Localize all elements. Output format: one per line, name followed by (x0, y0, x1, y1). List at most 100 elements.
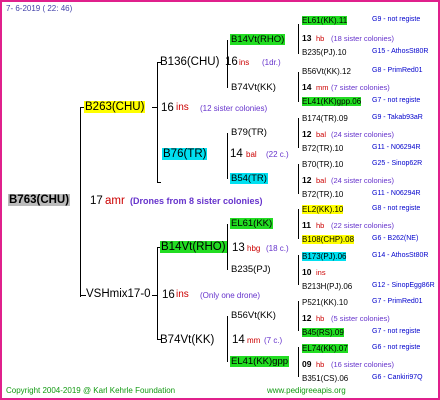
drone-code[interactable]: VSHmix17-0 (86, 288, 151, 300)
drone-ggm2-code[interactable]: B56Vt(KK) (231, 310, 276, 321)
right-row-count: 13 (302, 33, 312, 43)
right-row-sign: hb (316, 34, 325, 43)
right-row-code[interactable]: B56Vt(KK).12 (302, 67, 351, 76)
connector-gm2 (227, 224, 228, 270)
queen-note: (12 sister colonies) (200, 104, 268, 113)
queen-ggf1-code[interactable]: B74Vt(KK) (231, 82, 276, 93)
queen-sign: ins (176, 102, 189, 113)
right-row-tag[interactable]: G8 - PrimRed01 (372, 67, 423, 74)
right-row-tag[interactable]: G6 - B262(NE) (372, 235, 418, 242)
queen-code[interactable]: B263(CHU) (84, 101, 146, 113)
queen-gm-count: 16 (225, 56, 238, 68)
queen-ggf2-code[interactable]: B54(TR) (230, 173, 268, 184)
right-row-tag[interactable]: G7 - not registe (372, 328, 420, 335)
queen-gf-sign: bal (246, 150, 257, 159)
right-row-count: 14 (302, 82, 312, 92)
right-row-tag[interactable]: G14 - AthosSt80R (372, 252, 428, 259)
right-row-note: (24 sister colonies) (331, 130, 394, 139)
footer-url[interactable]: www.pedigreeapis.org (267, 386, 346, 395)
right-row-count: 12 (302, 175, 312, 185)
drone-sign: ins (176, 289, 189, 300)
drone-gf-count: 14 (232, 334, 245, 346)
connector-r1 (298, 24, 299, 54)
right-row-code[interactable]: B173(PJ).06 (302, 252, 347, 261)
queen-connector-bottom (157, 182, 161, 183)
right-row-tag[interactable]: G25 - Sinop62R (372, 160, 422, 167)
right-row-sign: mm (316, 83, 329, 92)
right-row-code[interactable]: EL74(KK).07 (302, 344, 348, 353)
connector-gf1 (227, 133, 228, 179)
right-row-count: 11 (302, 220, 311, 230)
right-row-note: (24 sister colonies) (331, 176, 394, 185)
queen-gm-code[interactable]: B136(CHU) (160, 56, 219, 68)
right-row-code[interactable]: B108(CHP).08 (302, 235, 355, 244)
right-row-code[interactable]: P521(KK).10 (302, 298, 348, 307)
right-row-sign: hb (316, 221, 325, 230)
right-row-sign: ins (316, 268, 326, 277)
right-row-tag[interactable]: G8 - not registe (372, 205, 420, 212)
right-row-code[interactable]: B351(CS).06 (302, 374, 348, 383)
right-row-note: (16 sister colonies) (331, 360, 394, 369)
right-row-tag[interactable]: G7 - not registe (372, 97, 420, 104)
right-row-tag[interactable]: G11 - N06294R (372, 144, 421, 151)
right-row-tag[interactable]: G11 - N06294R (372, 190, 421, 197)
queen-gm-note: (1dr.) (262, 58, 281, 67)
queen-connector (157, 62, 158, 182)
connector-r3 (298, 118, 299, 148)
root-note: (Drones from 8 sister colonies) (130, 196, 263, 206)
queen-gm-sign: ins (239, 58, 250, 67)
right-row-count: 12 (302, 313, 312, 323)
right-row-code[interactable]: B213H(PJ).06 (302, 282, 352, 291)
right-row-code[interactable]: EL41(KK)gpp.06 (302, 97, 362, 106)
right-row-tag[interactable]: G9 - not registe (372, 16, 420, 23)
right-row-tag[interactable]: G15 - AthosSt80R (372, 48, 428, 55)
drone-ggf1-code[interactable]: B235(PJ) (231, 264, 271, 275)
right-row-sign: hb (316, 360, 325, 369)
right-row-note: (22 sister colonies) (331, 221, 394, 230)
drone-connector (157, 247, 158, 340)
drone-ggm1-code[interactable]: EL61(KK) (230, 218, 274, 229)
root-code[interactable]: B763(CHU) (8, 194, 71, 206)
right-row-note: (18 sister colonies) (331, 34, 394, 43)
right-row-tag[interactable]: G6 - Cankiri97Q (372, 374, 423, 381)
right-row-count: 12 (302, 129, 312, 139)
root-connector (80, 107, 81, 297)
right-row-code[interactable]: B72(TR).10 (302, 190, 343, 199)
right-row-code[interactable]: B235(PJ).10 (302, 48, 346, 57)
drone-gm-count: 13 (232, 242, 245, 254)
connector-r4 (298, 164, 299, 194)
right-row-code[interactable]: B45(RS).09 (302, 328, 344, 337)
right-row-code[interactable]: EL61(KK).11 (302, 16, 348, 25)
right-row-tag[interactable]: G6 - not registe (372, 344, 420, 351)
drone-connector-mid (152, 295, 158, 296)
right-row-sign: bal (316, 176, 327, 185)
right-row-code[interactable]: B70(TR).10 (302, 160, 343, 169)
queen-count: 16 (161, 102, 174, 114)
right-row-count: 10 (302, 267, 312, 277)
right-row-code[interactable]: B72(TR).10 (302, 144, 343, 153)
right-row-sign: bal (316, 130, 327, 139)
right-row-tag[interactable]: G7 - PrimRed01 (372, 298, 423, 305)
right-row-note: (5 sister colonies) (331, 314, 390, 323)
drone-note: (Only one drone) (200, 291, 261, 300)
queen-ggm2-code[interactable]: B79(TR) (231, 127, 267, 138)
root-count: 17 (90, 195, 103, 207)
connector-r2 (298, 72, 299, 102)
queen-gf-code[interactable]: B76(TR) (162, 148, 208, 160)
right-row-count: 09 (302, 359, 312, 369)
drone-gf-code[interactable]: B74Vt(KK) (160, 334, 214, 346)
connector-gf2 (227, 316, 228, 362)
queen-ggm1-code[interactable]: B14Vt(RHO) (230, 34, 286, 45)
right-row-tag[interactable]: G9 - Takab93aR (372, 114, 423, 121)
connector-r5 (298, 209, 299, 239)
drone-gf-note: (7 c.) (264, 336, 283, 345)
drone-ggf2-code[interactable]: EL41(KK)gpp (230, 356, 290, 367)
drone-gf-sign: mm (247, 336, 261, 345)
drone-gm-code[interactable]: B14Vt(RHO) (160, 241, 227, 253)
drone-count: 16 (162, 289, 175, 301)
right-row-code[interactable]: B174(TR).09 (302, 114, 348, 123)
right-row-tag[interactable]: G12 - SinopEgg86R (372, 282, 435, 289)
pedigree-frame: 7- 6-2019 ( 22: 46) B763(CHU) 17 amr (Dr… (0, 0, 440, 400)
drone-gm-sign: hbg (247, 244, 261, 253)
right-row-code[interactable]: EL2(KK).10 (302, 205, 344, 214)
